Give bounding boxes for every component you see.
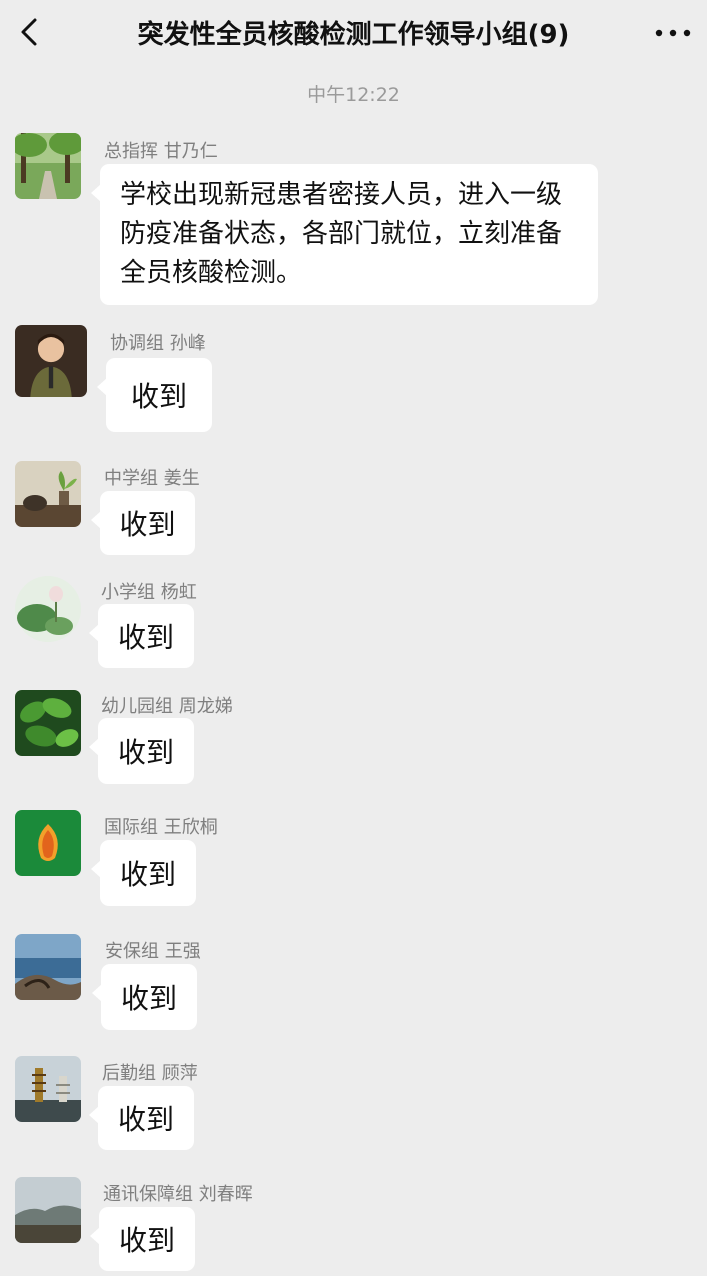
back-button[interactable] <box>10 12 50 52</box>
message-bubble[interactable]: 收到 <box>91 491 195 555</box>
message-timestamp: 中午12:22 <box>307 84 400 106</box>
cartoon-person-avatar[interactable] <box>15 325 87 397</box>
message-item: 小学组 杨虹 收到 <box>0 576 707 676</box>
message-item: 通讯保障组 刘春晖 收到 <box>0 1177 707 1276</box>
pagoda-avatar[interactable] <box>15 1056 81 1122</box>
message-bubble[interactable]: 收到 <box>92 964 197 1030</box>
message-item: 中学组 姜生 收到 <box>0 461 707 561</box>
sender-name: 协调组 孙峰 <box>110 333 206 354</box>
chat-header: 突发性全员核酸检测工作领导小组(9) <box>0 0 707 64</box>
chat-title: 突发性全员核酸检测工作领导小组(9) <box>137 20 570 50</box>
message-bubble[interactable]: 收到 <box>89 604 194 668</box>
more-dots-icon <box>655 29 691 37</box>
message-bubble[interactable]: 收到 <box>97 358 212 432</box>
chevron-left-icon <box>21 18 37 46</box>
message-item: 后勤组 顾萍 收到 <box>0 1056 707 1156</box>
sender-name: 总指挥 甘乃仁 <box>104 141 218 162</box>
sender-name: 小学组 杨虹 <box>101 582 197 603</box>
sender-name: 通讯保障组 刘春晖 <box>103 1184 253 1205</box>
lotus-avatar[interactable] <box>15 576 81 642</box>
leaf-logo-avatar[interactable] <box>15 810 81 876</box>
park-path-avatar[interactable] <box>15 133 81 199</box>
sender-name: 国际组 王欣桐 <box>104 817 218 838</box>
sender-name: 安保组 王强 <box>105 941 201 962</box>
message-item: 国际组 王欣桐 收到 <box>0 810 707 910</box>
more-button[interactable] <box>653 18 693 48</box>
message-item: 总指挥 甘乃仁 学校出现新冠患者密接人员，进入一级防疫准备状态，各部门就位，立刻… <box>0 132 707 305</box>
message-bubble[interactable]: 收到 <box>89 718 194 784</box>
tea-set-avatar[interactable] <box>15 461 81 527</box>
message-bubble[interactable]: 收到 <box>91 840 196 906</box>
green-leaves-avatar[interactable] <box>15 690 81 756</box>
message-item: 协调组 孙峰 收到 <box>0 324 707 434</box>
sender-name: 幼儿园组 周龙娣 <box>101 696 233 717</box>
message-bubble[interactable]: 收到 <box>89 1086 194 1150</box>
lake-tree-avatar[interactable] <box>15 934 81 1000</box>
message-item: 安保组 王强 收到 <box>0 934 707 1034</box>
message-bubble[interactable]: 学校出现新冠患者密接人员，进入一级防疫准备状态，各部门就位，立刻准备全员核酸检测… <box>91 164 598 305</box>
sender-name: 中学组 姜生 <box>104 468 200 489</box>
landscape-avatar[interactable] <box>15 1177 81 1243</box>
message-bubble[interactable]: 收到 <box>90 1207 195 1271</box>
sender-name: 后勤组 顾萍 <box>102 1063 198 1084</box>
message-item: 幼儿园组 周龙娣 收到 <box>0 690 707 790</box>
